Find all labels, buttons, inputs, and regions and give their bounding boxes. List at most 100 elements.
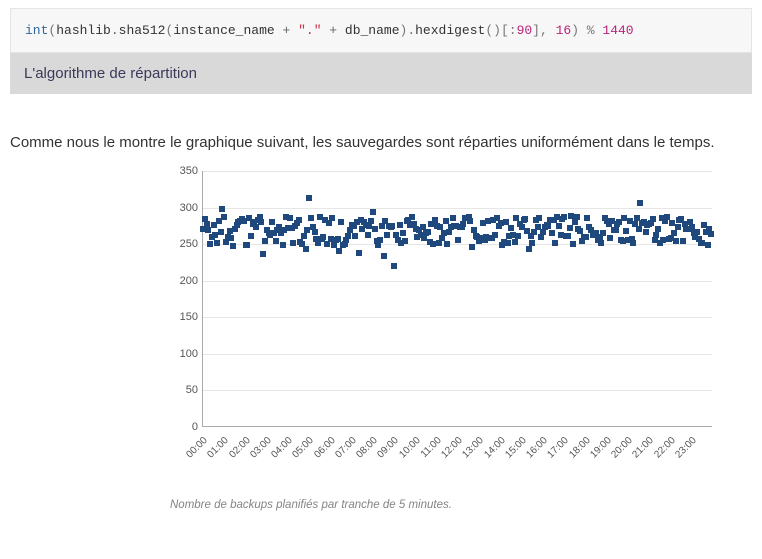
x-tick-label: 08:00 bbox=[354, 435, 379, 460]
x-tick-label: 01:00 bbox=[206, 435, 231, 460]
x-tick-label: 13:00 bbox=[461, 435, 486, 460]
code-token: int bbox=[25, 23, 48, 38]
data-point bbox=[607, 235, 613, 241]
data-point bbox=[469, 244, 475, 250]
x-tick-label: 00:00 bbox=[184, 435, 209, 460]
code-token: hashlib bbox=[56, 23, 111, 38]
data-point bbox=[515, 233, 521, 239]
data-point bbox=[460, 221, 466, 227]
x-tick-label: 17:00 bbox=[546, 435, 571, 460]
data-point bbox=[538, 234, 544, 240]
data-point bbox=[389, 223, 395, 229]
data-point bbox=[529, 240, 535, 246]
data-point bbox=[335, 236, 341, 242]
data-point bbox=[508, 225, 514, 231]
data-point bbox=[219, 206, 225, 212]
data-point bbox=[577, 228, 583, 234]
data-point bbox=[708, 231, 714, 237]
intro-paragraph: Comme nous le montre le graphique suivan… bbox=[10, 132, 752, 153]
data-point bbox=[522, 216, 528, 222]
data-point bbox=[561, 214, 567, 220]
data-point bbox=[425, 229, 431, 235]
x-tick-label: 06:00 bbox=[312, 435, 337, 460]
y-tick-label: 350 bbox=[160, 165, 198, 177]
x-tick-label: 04:00 bbox=[269, 435, 294, 460]
data-point bbox=[467, 218, 473, 224]
x-tick-label: 15:00 bbox=[503, 435, 528, 460]
data-point bbox=[598, 240, 604, 246]
data-point bbox=[600, 230, 606, 236]
code-token: 90 bbox=[517, 23, 533, 38]
x-tick-label: 09:00 bbox=[376, 435, 401, 460]
data-point bbox=[471, 227, 477, 233]
x-tick-label: 16:00 bbox=[524, 435, 549, 460]
data-point bbox=[391, 263, 397, 269]
data-point bbox=[643, 229, 649, 235]
data-point bbox=[552, 240, 558, 246]
data-point bbox=[296, 217, 302, 223]
x-tick-label: 20:00 bbox=[609, 435, 634, 460]
data-point bbox=[324, 241, 330, 247]
data-point bbox=[630, 240, 636, 246]
code-token: . bbox=[111, 23, 119, 38]
data-point bbox=[214, 240, 220, 246]
data-point bbox=[503, 219, 509, 225]
data-point bbox=[336, 248, 342, 254]
x-tick-label: 12:00 bbox=[439, 435, 464, 460]
data-point bbox=[623, 228, 629, 234]
data-point bbox=[370, 209, 376, 215]
data-point bbox=[655, 226, 661, 232]
gridline bbox=[203, 317, 712, 318]
y-tick-label: 150 bbox=[160, 311, 198, 323]
data-point bbox=[356, 250, 362, 256]
data-point bbox=[308, 215, 314, 221]
x-tick-label: 03:00 bbox=[248, 435, 273, 460]
x-tick-label: 23:00 bbox=[673, 435, 698, 460]
x-tick-label: 10:00 bbox=[397, 435, 422, 460]
data-point bbox=[705, 242, 711, 248]
x-tick-label: 07:00 bbox=[333, 435, 358, 460]
gridline bbox=[203, 354, 712, 355]
data-point bbox=[381, 253, 387, 259]
data-point bbox=[384, 232, 390, 238]
data-point bbox=[377, 237, 383, 243]
data-point bbox=[556, 223, 562, 229]
data-point bbox=[244, 242, 250, 248]
data-point bbox=[650, 216, 656, 222]
x-tick-label: 22:00 bbox=[652, 435, 677, 460]
code-token: "." bbox=[298, 23, 321, 38]
data-point bbox=[301, 233, 307, 239]
x-tick-label: 05:00 bbox=[291, 435, 316, 460]
data-point bbox=[221, 214, 227, 220]
data-point bbox=[253, 224, 259, 230]
data-point bbox=[269, 219, 275, 225]
x-tick-label: 19:00 bbox=[588, 435, 613, 460]
x-tick-label: 14:00 bbox=[482, 435, 507, 460]
data-point bbox=[258, 219, 264, 225]
data-point bbox=[455, 237, 461, 243]
data-point bbox=[287, 215, 293, 221]
gridline bbox=[203, 171, 712, 172]
data-point bbox=[446, 229, 452, 235]
code-token: 1440 bbox=[602, 23, 633, 38]
data-point bbox=[400, 230, 406, 236]
code-token: db_name bbox=[345, 23, 400, 38]
data-point bbox=[248, 233, 254, 239]
y-tick-label: 300 bbox=[160, 202, 198, 214]
data-point bbox=[368, 218, 374, 224]
data-point bbox=[505, 240, 511, 246]
data-point bbox=[444, 241, 450, 247]
data-point bbox=[375, 242, 381, 248]
data-point bbox=[653, 232, 659, 238]
data-point bbox=[492, 232, 498, 238]
gridline bbox=[203, 390, 712, 391]
data-point bbox=[303, 246, 309, 252]
data-point bbox=[574, 214, 580, 220]
scatter-chart: 050100150200250300350 00:0001:0002:0003:… bbox=[160, 167, 720, 457]
code-token: ], bbox=[532, 23, 555, 38]
data-point bbox=[583, 234, 589, 240]
data-point bbox=[207, 241, 213, 247]
gridline bbox=[203, 208, 712, 209]
y-tick-label: 200 bbox=[160, 275, 198, 287]
code-token: sha512 bbox=[119, 23, 166, 38]
